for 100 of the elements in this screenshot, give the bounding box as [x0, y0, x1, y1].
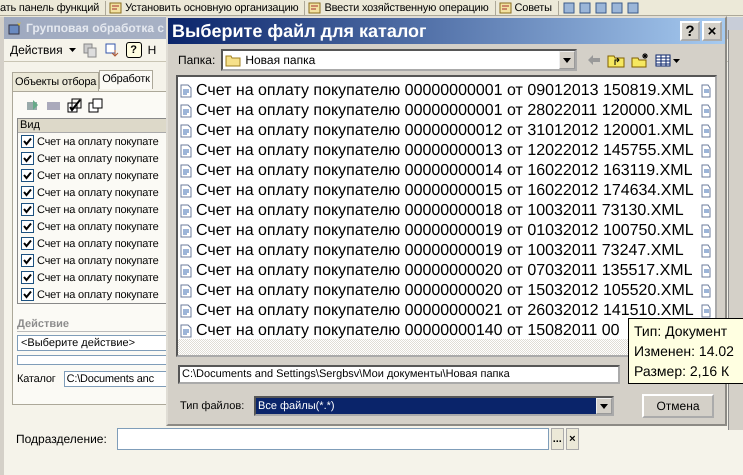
file-icon[interactable]: [701, 124, 711, 138]
file-icon[interactable]: [701, 84, 711, 98]
column-header: Вид: [18, 119, 169, 133]
toolbar-item[interactable]: Ввести хозяйственную операцию: [324, 0, 496, 14]
table-cell: Счет на оплату покупате: [37, 254, 159, 266]
file-icon: [180, 84, 192, 98]
table-cell: Счет на оплату покупате: [37, 238, 159, 250]
folder-up-icon[interactable]: [607, 52, 626, 68]
file-item[interactable]: Счет на оплату покупателю 00000000001 от 09012013 150819.XML: [178, 81, 701, 101]
app-window-icon: [8, 21, 22, 35]
caret-icon[interactable]: [68, 48, 76, 52]
file-icon[interactable]: [701, 264, 711, 278]
help-button[interactable]: ?: [126, 42, 142, 58]
checkbox[interactable]: [21, 135, 34, 148]
file-icon[interactable]: [701, 244, 711, 258]
close-button[interactable]: ×: [702, 21, 722, 41]
file-item[interactable]: Счет на оплату покупателю 00000000021 от 26032012 141510.XML: [178, 301, 701, 321]
checkbox[interactable]: [21, 237, 34, 250]
folder-label: Папка:: [178, 53, 216, 67]
file-icon[interactable]: [701, 104, 711, 118]
table-cell: Счет на оплату покупате: [37, 204, 159, 216]
toolbar-item[interactable]: Установить основную организацию: [125, 0, 306, 14]
file-icon: [180, 204, 192, 218]
table-cell: Счет на оплату покупате: [37, 272, 159, 284]
toolbar-item[interactable]: Советы: [514, 0, 559, 14]
help-button[interactable]: ?: [680, 21, 700, 41]
file-item[interactable]: Счет на оплату покупателю 00000000019 от 10032011 73247.XML: [178, 241, 701, 261]
file-item[interactable]: Счет на оплату покупателю 00000000020 от 15032012 105520.XML: [178, 281, 701, 301]
dropdown-arrow-icon: [600, 404, 608, 408]
cancel-button[interactable]: Отмена: [642, 394, 714, 418]
file-item[interactable]: Счет на оплату покупателю 00000000019 от 01032012 100750.XML: [178, 221, 701, 241]
clear-button[interactable]: ×: [566, 428, 579, 450]
table-cell: Счет на оплату покупате: [37, 170, 159, 182]
file-icon[interactable]: [701, 164, 711, 178]
window-title: Групповая обработка с: [26, 21, 164, 35]
checkbox[interactable]: [21, 186, 34, 199]
copy-icon[interactable]: [82, 42, 98, 58]
checkbox[interactable]: [21, 271, 34, 284]
tab[interactable]: Объекты отбора: [12, 72, 100, 91]
uncheck-all-icon[interactable]: [88, 98, 104, 114]
choose-button[interactable]: ...: [550, 428, 564, 450]
file-icon: [180, 284, 192, 298]
catalog-label: Каталог: [17, 373, 56, 385]
file-icon[interactable]: [701, 144, 711, 158]
checkbox[interactable]: [21, 254, 34, 267]
file-item[interactable]: Счет на оплату покупателю 00000000018 от 10032011 73130.XML: [178, 201, 701, 221]
new-folder-icon[interactable]: [631, 52, 650, 68]
checkbox[interactable]: [21, 288, 34, 301]
file-icon: [180, 264, 192, 278]
file-icon[interactable]: [701, 204, 711, 218]
tooltip-line: Размер: 2,16 К: [634, 362, 730, 381]
checkbox[interactable]: [21, 152, 34, 165]
file-type-label: Тип файлов:: [180, 400, 246, 412]
toolbar-tool-icon[interactable]: [308, 2, 322, 14]
file-icon[interactable]: [701, 184, 711, 198]
file-icon: [180, 304, 192, 318]
tooltip-line: Тип: Документ: [634, 322, 728, 341]
toolbar-tool-icon[interactable]: [109, 2, 122, 14]
file-type-select[interactable]: Все файлы(*.*): [254, 396, 614, 416]
action-select[interactable]: <Выберите действие>: [17, 335, 169, 351]
file-icon: [180, 184, 192, 198]
checkbox[interactable]: [21, 203, 34, 216]
department-field[interactable]: [116, 428, 549, 450]
move-down-icon[interactable]: [104, 42, 120, 58]
file-icon[interactable]: [701, 284, 711, 298]
actions-menu-button[interactable]: Действия: [10, 43, 63, 57]
table-cell: Счет на оплату покупате: [37, 136, 159, 148]
file-icon: [180, 324, 192, 338]
catalog-field[interactable]: C:\Documents anc: [64, 371, 169, 387]
toolbar-tool-icon[interactable]: [498, 2, 512, 14]
table-cell: Счет на оплату покупате: [37, 220, 159, 232]
toolbar-item[interactable]: ать панель функций: [0, 0, 106, 14]
file-icon: [180, 164, 192, 178]
checkbox[interactable]: [21, 220, 34, 233]
toolbar-label[interactable]: Н: [148, 43, 156, 57]
file-icon: [180, 124, 192, 138]
file-icon[interactable]: [701, 304, 711, 318]
file-item[interactable]: Счет на оплату покупателю 00000000015 от 16022012 174634.XML: [178, 181, 701, 201]
file-icon: [180, 144, 192, 158]
file-icon: [180, 224, 192, 238]
check-all-icon[interactable]: [67, 98, 83, 114]
table-cell: Счет на оплату покупате: [37, 186, 159, 198]
file-icon[interactable]: [701, 224, 711, 238]
add-rows-icon[interactable]: [25, 99, 41, 113]
checkbox[interactable]: [21, 169, 34, 182]
table-cell: Счет на оплату покупате: [37, 288, 159, 300]
department-label: Подразделение:: [16, 432, 107, 446]
folder-combo[interactable]: Новая папка: [221, 49, 578, 71]
dialog-title: Выберите файл для каталог: [172, 20, 428, 42]
file-item[interactable]: Счет на оплату покупателю 00000000013 от 12022012 145755.XML: [178, 141, 701, 161]
file-item[interactable]: Счет на оплату покупателю 00000000020 от 07032011 135517.XML: [178, 261, 701, 281]
table-cell: Счет на оплату покупате: [37, 152, 159, 164]
file-item[interactable]: Счет на оплату покупателю 00000000012 от 31012012 120001.XML: [178, 121, 701, 141]
file-item[interactable]: Счет на оплату покупателю 00000000001 от 28022011 120000.XML: [178, 101, 701, 121]
file-path-field[interactable]: C:\Documents and Settings\Sergbsv\Мои документы\Новая папка: [178, 365, 620, 384]
dropdown-arrow-icon: [563, 58, 572, 62]
folder-icon: [225, 54, 242, 66]
view-menu-icon[interactable]: [655, 54, 682, 66]
tab[interactable]: Обработк: [99, 70, 153, 89]
file-item[interactable]: Счет на оплату покупателю 00000000014 от 16022012 163119.XML: [178, 161, 701, 181]
